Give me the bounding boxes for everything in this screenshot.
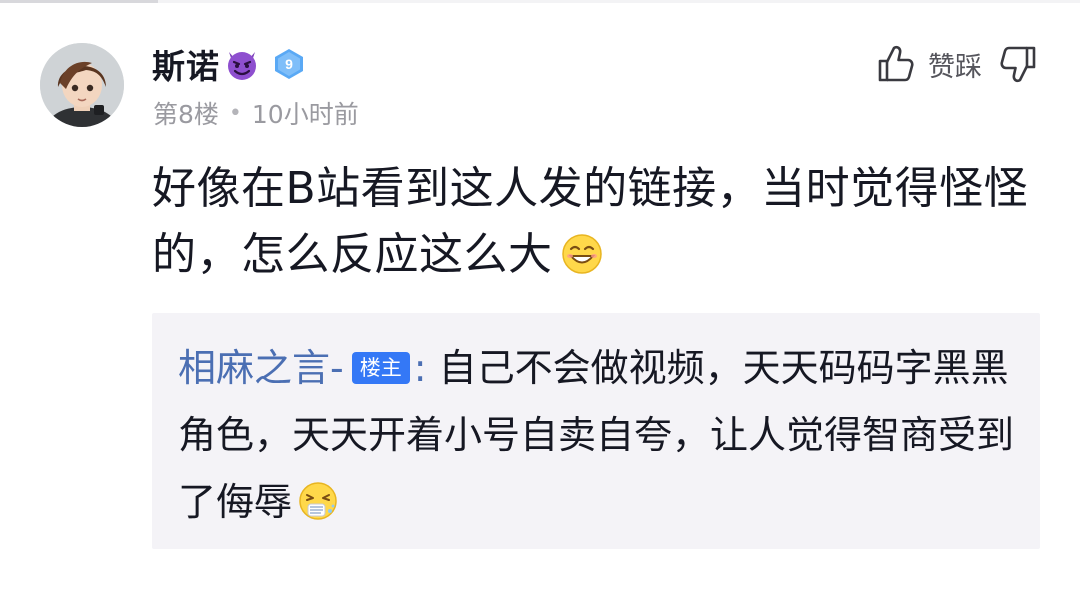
sneezing-emoji-icon bbox=[299, 482, 337, 520]
level-badge-icon: 9 bbox=[275, 49, 303, 79]
level-number: 9 bbox=[285, 56, 293, 72]
reply-username[interactable]: 相麻之言- bbox=[178, 346, 344, 390]
vote-actions: 赞踩 bbox=[874, 40, 1040, 88]
username[interactable]: 斯诺 bbox=[152, 40, 220, 88]
comment-meta: 第8楼 • 10小时前 bbox=[153, 96, 359, 130]
scroll-indicator bbox=[0, 0, 158, 3]
reply-colon: : bbox=[413, 346, 427, 390]
devil-emoji-icon bbox=[228, 52, 256, 80]
top-divider bbox=[0, 0, 1080, 3]
thumbs-down-icon[interactable] bbox=[996, 42, 1040, 86]
reply-content: 相麻之言- 楼主: 自己不会做视频，天天码码字黑黑角色，天天开着小号自卖自夸，让人… bbox=[178, 335, 1014, 536]
avatar[interactable] bbox=[40, 43, 124, 127]
laughing-emoji-icon bbox=[561, 234, 602, 274]
thumbs-up-icon[interactable] bbox=[874, 42, 918, 86]
comment-header: 斯诺 9 bbox=[152, 40, 306, 88]
avatar-image bbox=[40, 43, 124, 127]
vote-label: 赞踩 bbox=[928, 51, 982, 83]
timestamp: 10小时前 bbox=[251, 100, 359, 129]
reply-box[interactable]: 相麻之言- 楼主: 自己不会做视频，天天码码字黑黑角色，天天开着小号自卖自夸，让人… bbox=[152, 313, 1040, 549]
meta-separator: • bbox=[228, 100, 242, 126]
floor-number: 第8楼 bbox=[153, 100, 219, 129]
comment-text: 好像在B站看到这人发的链接，当时觉得怪怪的，怎么反应这么大 bbox=[152, 156, 1052, 288]
owner-badge: 楼主 bbox=[351, 352, 410, 384]
